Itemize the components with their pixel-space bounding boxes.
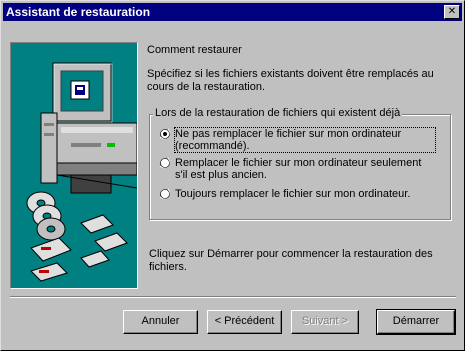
next-button[interactable]: Suivant > xyxy=(291,310,359,334)
option-replace-if-older-label: Remplacer le fichier sur mon ordinateur … xyxy=(175,157,422,181)
section-heading: Comment restaurer xyxy=(147,44,242,56)
footer-instruction: Cliquez sur Démarrer pour commencer la r… xyxy=(149,248,433,273)
radio-checked-icon[interactable] xyxy=(159,128,171,140)
radio-unchecked-icon[interactable] xyxy=(159,157,171,169)
restore-wizard-window: Assistant de restauration ✕ Comment rest… xyxy=(0,0,465,351)
close-button[interactable]: ✕ xyxy=(444,5,460,19)
title-bar[interactable]: Assistant de restauration ✕ xyxy=(3,3,462,21)
start-button[interactable]: Démarrer xyxy=(377,310,455,334)
back-button[interactable]: < Précédent xyxy=(207,310,282,334)
group-label: Lors de la restauration de fichiers qui … xyxy=(153,107,403,119)
option-always-replace-label: Toujours remplacer le fichier sur mon or… xyxy=(175,188,411,200)
divider xyxy=(10,296,456,298)
window-title: Assistant de restauration xyxy=(6,5,151,19)
computer-with-discs-and-tapes-icon xyxy=(26,62,138,282)
close-icon: ✕ xyxy=(447,6,457,17)
disc-icon xyxy=(26,191,66,241)
cancel-button[interactable]: Annuler xyxy=(123,310,198,334)
radio-unchecked-icon[interactable] xyxy=(159,188,171,200)
option-no-replace-label: Ne pas remplacer le fichier sur mon ordi… xyxy=(174,127,436,153)
computer-icon xyxy=(40,62,138,194)
wizard-illustration xyxy=(10,42,138,289)
section-description: Spécifiez si les fichiers existants doiv… xyxy=(147,68,434,93)
